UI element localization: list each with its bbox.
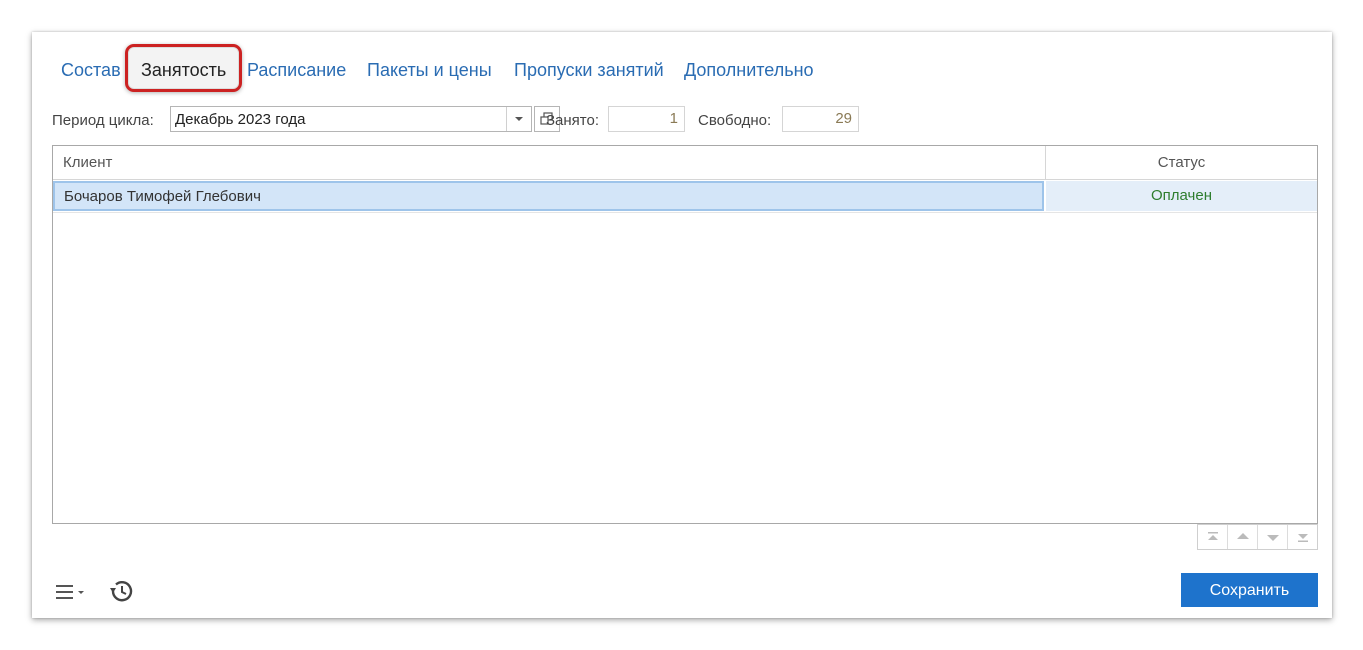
client-name: Бочаров Тимофей Глебович: [64, 188, 261, 205]
tab-composition[interactable]: Состав: [61, 60, 121, 81]
menu-icon: [56, 585, 84, 599]
move-top-icon: [1208, 532, 1218, 540]
save-button[interactable]: Сохранить: [1181, 573, 1318, 607]
tab-packages-prices[interactable]: Пакеты и цены: [367, 60, 492, 81]
occupied-label: Занято:: [546, 112, 600, 129]
table-nav-buttons: [1197, 524, 1318, 550]
column-client[interactable]: Клиент: [63, 154, 112, 171]
move-last-button[interactable]: [1288, 525, 1317, 549]
move-bottom-icon: [1298, 534, 1308, 542]
more-actions-button[interactable]: [54, 582, 88, 602]
tab-additional[interactable]: Дополнительно: [684, 60, 814, 81]
period-label: Период цикла:: [52, 112, 154, 129]
move-up-button[interactable]: [1228, 525, 1258, 549]
free-field[interactable]: 29: [782, 106, 859, 132]
period-select[interactable]: Декабрь 2023 года: [170, 106, 532, 132]
dropdown-button[interactable]: [506, 107, 531, 131]
free-label: Свободно:: [698, 112, 772, 129]
arrow-up-icon: [1237, 533, 1249, 539]
arrow-down-icon: [1267, 535, 1279, 541]
table-row[interactable]: Бочаров Тимофей Глебович Оплачен: [53, 181, 1317, 213]
move-down-button[interactable]: [1258, 525, 1288, 549]
history-icon: [110, 581, 133, 602]
table-header: Клиент Статус: [53, 146, 1317, 180]
history-button[interactable]: [107, 577, 135, 605]
occupied-field[interactable]: 1: [608, 106, 685, 132]
tab-missed-classes[interactable]: Пропуски занятий: [514, 60, 664, 81]
tab-occupancy[interactable]: Занятость: [141, 60, 226, 81]
form-window: Состав Занятость Расписание Пакеты и цен…: [32, 32, 1332, 618]
move-first-button[interactable]: [1198, 525, 1228, 549]
chevron-down-icon: [515, 117, 523, 121]
cell-client[interactable]: Бочаров Тимофей Глебович: [53, 181, 1044, 211]
row-divider: [53, 212, 1317, 213]
tab-schedule[interactable]: Расписание: [247, 60, 346, 81]
clients-table: Клиент Статус Бочаров Тимофей Глебович О…: [52, 145, 1318, 524]
period-value: Декабрь 2023 года: [175, 111, 306, 128]
column-status[interactable]: Статус: [1046, 154, 1317, 171]
cell-status[interactable]: Оплачен: [1046, 181, 1317, 211]
